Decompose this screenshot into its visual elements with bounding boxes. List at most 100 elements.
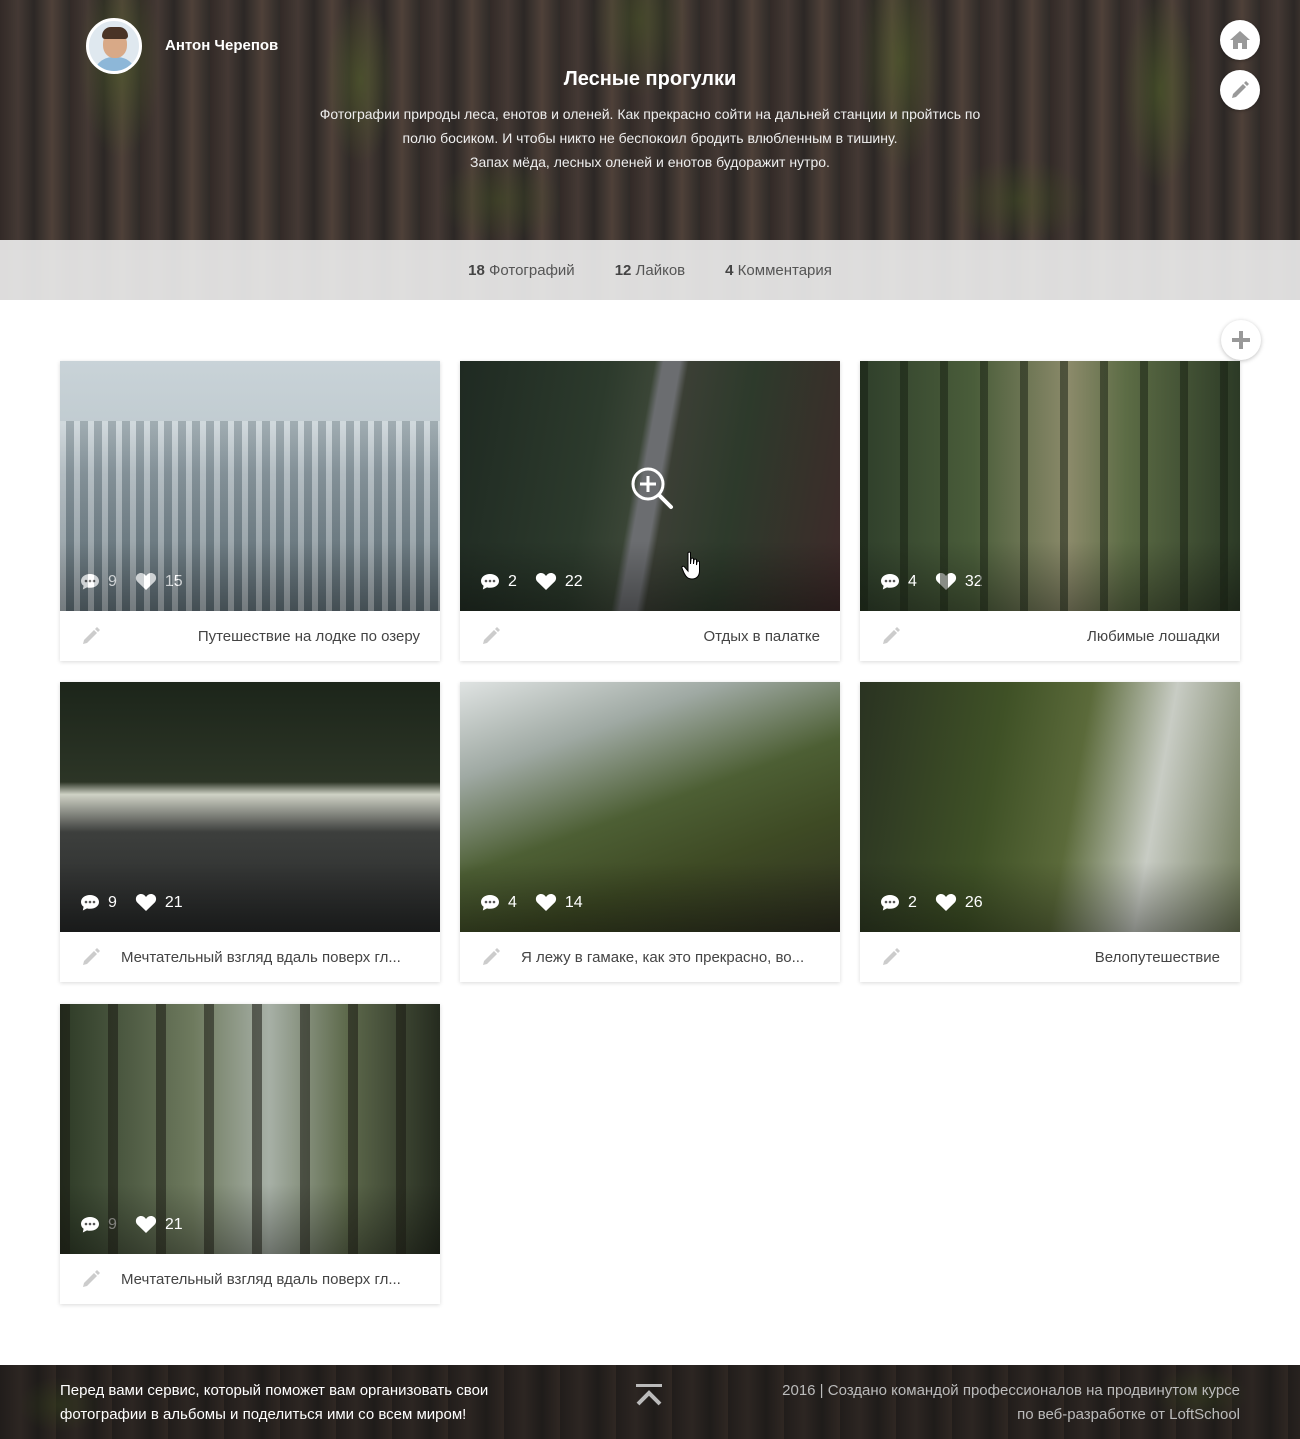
likes-count: 22: [564, 572, 583, 590]
photo-counters: 2 26: [880, 893, 1001, 912]
photo-thumbnail[interactable]: 2 26: [860, 682, 1240, 932]
comment-icon: [481, 573, 499, 589]
likes-count: 26: [964, 893, 983, 911]
photo-caption: Велопутешествие: [1094, 948, 1220, 966]
edit-photo-button[interactable]: [880, 946, 902, 968]
album-stats: 18 Фотографий 12 Лайков 4 Комментария: [0, 240, 1300, 300]
edit-photo-button[interactable]: [480, 625, 502, 647]
photo-thumbnail[interactable]: 4 32: [860, 361, 1240, 611]
comments-count: 4: [908, 572, 917, 590]
stat-photos: 18 Фотографий: [468, 261, 575, 279]
likes-count: 14: [564, 893, 583, 911]
edit-album-button[interactable]: [1220, 70, 1260, 110]
photo-counters: 9 21: [80, 893, 201, 912]
heart-icon[interactable]: [935, 893, 957, 912]
photo-card[interactable]: 2 26 Велопутешествие: [860, 682, 1240, 982]
footer-description: Перед вами сервис, который поможет вам о…: [60, 1382, 489, 1423]
home-button[interactable]: [1220, 20, 1260, 60]
pencil-icon: [83, 948, 100, 965]
add-photo-button[interactable]: [1221, 320, 1261, 360]
likes-count: 21: [164, 1215, 183, 1233]
photo-thumbnail[interactable]: 9 15: [60, 361, 440, 611]
pencil-icon: [83, 627, 100, 644]
comments-count: 9: [108, 893, 117, 911]
album-title: Лесные прогулки: [563, 68, 737, 90]
edit-photo-button[interactable]: [80, 1268, 102, 1290]
edit-photo-button[interactable]: [480, 946, 502, 968]
heart-icon[interactable]: [135, 893, 157, 912]
photo-thumbnail[interactable]: 4 14: [460, 682, 840, 932]
comment-icon: [881, 573, 899, 589]
edit-photo-button[interactable]: [80, 946, 102, 968]
edit-photo-button[interactable]: [80, 625, 102, 647]
photo-caption: Отдых в палатке: [703, 627, 820, 645]
comments-count: 9: [108, 572, 117, 590]
pencil-icon: [883, 627, 900, 644]
album-description-line: Фотографии природы леса, енотов и оленей…: [319, 106, 981, 122]
likes-count: 32: [964, 572, 983, 590]
user-avatar[interactable]: [86, 18, 142, 74]
photo-counters: 2 22: [480, 572, 601, 591]
photo-card[interactable]: 4 32 Любимые лошадки: [860, 361, 1240, 661]
zoom-in-icon[interactable]: [630, 466, 674, 510]
comment-icon: [481, 894, 499, 910]
comment-icon: [881, 894, 899, 910]
edit-photo-button[interactable]: [880, 625, 902, 647]
pencil-icon: [1232, 81, 1249, 98]
photo-caption: Я лежу в гамаке, как это прекрасно, во..…: [521, 948, 805, 966]
photo-card[interactable]: 4 14 Я лежу в гамаке, как это прекрасно,…: [460, 682, 840, 982]
photo-thumbnail[interactable]: 9 21: [60, 682, 440, 932]
photo-caption: Мечтательный взгляд вдаль поверх гл...: [121, 1270, 401, 1288]
home-icon: [1230, 31, 1250, 49]
photo-counters: 9 15: [80, 572, 201, 591]
photo-thumbnail[interactable]: 2 22: [460, 361, 840, 611]
likes-count: 15: [164, 572, 183, 590]
pencil-icon: [483, 627, 500, 644]
scroll-to-top-button[interactable]: [635, 1383, 663, 1412]
stat-comments: 4 Комментария: [725, 261, 832, 279]
heart-icon[interactable]: [535, 893, 557, 912]
comment-icon: [81, 894, 99, 910]
photo-card-footer: Путешествие на лодке по озеру: [60, 611, 440, 661]
photo-card-footer: Мечтательный взгляд вдаль поверх гл...: [60, 932, 440, 982]
likes-count: 21: [164, 893, 183, 911]
stat-likes: 12 Лайков: [614, 261, 686, 279]
user-name[interactable]: Антон Черепов: [165, 37, 278, 54]
photo-card[interactable]: 9 15 Путешествие на лодке по озеру: [60, 361, 440, 661]
comments-count: 4: [508, 893, 517, 911]
photo-counters: 4 32: [880, 572, 1001, 591]
site-footer: Перед вами сервис, который поможет вам о…: [0, 1365, 1300, 1439]
comment-icon: [81, 1216, 99, 1232]
album-description-line: Запах мёда, лесных оленей и енотов будор…: [470, 154, 830, 170]
plus-icon: [1232, 331, 1250, 349]
pencil-icon: [483, 948, 500, 965]
photo-card[interactable]: 2 22 Отдых в палатке: [460, 361, 840, 661]
heart-icon[interactable]: [935, 572, 957, 591]
pencil-icon: [83, 1270, 100, 1287]
heart-icon[interactable]: [135, 1215, 157, 1234]
comments-count: 9: [108, 1215, 117, 1233]
photo-card-footer: Мечтательный взгляд вдаль поверх гл...: [60, 1254, 440, 1304]
album-description-line: полю босиком. И чтобы никто не беспокоил…: [402, 130, 898, 146]
comments-count: 2: [908, 893, 917, 911]
heart-icon[interactable]: [135, 572, 157, 591]
photo-caption: Путешествие на лодке по озеру: [197, 627, 420, 645]
hand-cursor-icon: [681, 551, 700, 580]
pencil-icon: [883, 948, 900, 965]
photo-card[interactable]: 9 21 Мечтательный взгляд вдаль поверх гл…: [60, 1004, 440, 1304]
photo-thumbnail[interactable]: 9 21: [60, 1004, 440, 1254]
album-description: Фотографии природы леса, енотов и оленей…: [270, 102, 1030, 174]
footer-copyright: 2016 | Создано командой профессионалов н…: [782, 1382, 1240, 1423]
photo-card-footer: Любимые лошадки: [860, 611, 1240, 661]
photo-card-footer: Велопутешествие: [860, 932, 1240, 982]
comments-count: 2: [508, 572, 517, 590]
chevron-up-icon: [636, 1384, 662, 1406]
photo-caption: Мечтательный взгляд вдаль поверх гл...: [121, 948, 401, 966]
photo-card[interactable]: 9 21 Мечтательный взгляд вдаль поверх гл…: [60, 682, 440, 982]
album-header: Антон Черепов Лесные прогулки Фотографии…: [0, 0, 1300, 300]
heart-icon[interactable]: [535, 572, 557, 591]
comment-icon: [81, 573, 99, 589]
photo-card-footer: Отдых в палатке: [460, 611, 840, 661]
photo-caption: Любимые лошадки: [1086, 627, 1220, 645]
photo-counters: 9 21: [80, 1215, 201, 1234]
